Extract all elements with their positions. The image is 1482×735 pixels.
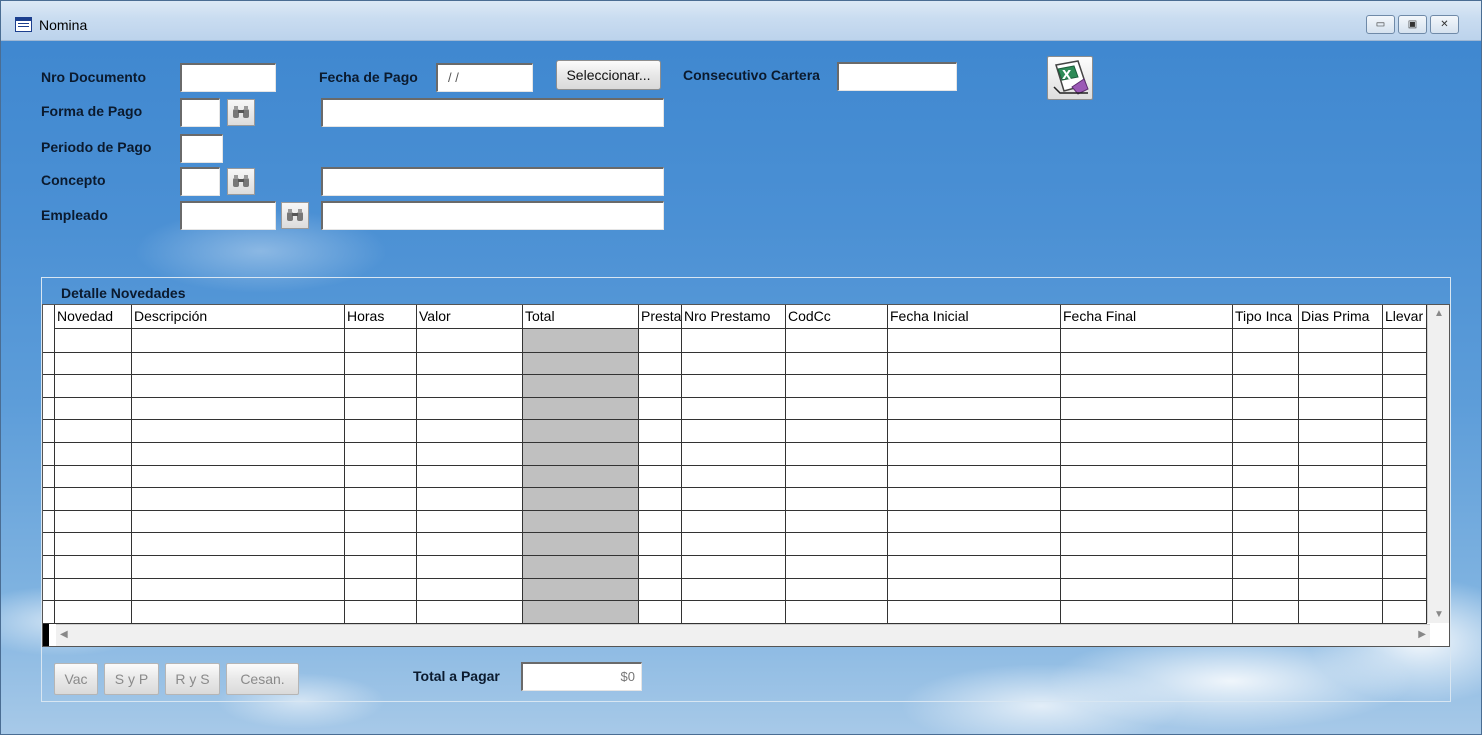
nro-documento-input[interactable] — [180, 63, 276, 92]
column-header-dias-prima[interactable]: Dias Prima — [1299, 305, 1383, 329]
binoculars-icon — [233, 175, 249, 187]
empleado-label: Empleado — [41, 207, 108, 223]
close-button[interactable]: ✕ — [1430, 15, 1459, 34]
concepto-find-button[interactable] — [227, 168, 255, 195]
syp-button[interactable]: S y P — [104, 663, 159, 695]
grid-column-line — [638, 305, 639, 623]
column-header-codcc[interactable]: CodCc — [786, 305, 888, 329]
horizontal-scrollbar[interactable]: ◀ ▶ — [56, 624, 1430, 646]
empleado-name-field[interactable] — [321, 201, 664, 230]
nomina-window: Nomina ▭ ▣ ✕ Nro Documento Fecha de Pago… — [0, 0, 1482, 735]
grid-row-line — [43, 374, 1427, 375]
grid-row-line — [43, 623, 1427, 624]
total-pagar-value: $0 — [521, 662, 642, 691]
svg-text:X: X — [1062, 68, 1072, 82]
concepto-label: Concepto — [41, 172, 106, 188]
concepto-code-input[interactable] — [180, 167, 220, 196]
forma-pago-label: Forma de Pago — [41, 103, 143, 119]
concepto-description-field[interactable] — [321, 167, 664, 196]
empleado-find-button[interactable] — [281, 202, 309, 229]
column-header-fecha-final[interactable]: Fecha Final — [1061, 305, 1233, 329]
novedades-grid[interactable]: ▲ ▼ ◀ ▶ Novedad Descripción Horas Valor Tota… — [42, 304, 1450, 647]
column-header-presta[interactable]: Presta — [639, 305, 682, 329]
column-header-descripci-n[interactable]: Descripción — [132, 305, 345, 329]
total-pagar-label: Total a Pagar — [413, 668, 500, 684]
column-header-llevar[interactable]: Llevar — [1383, 305, 1427, 329]
maximize-button[interactable]: ▣ — [1398, 15, 1427, 34]
window-controls: ▭ ▣ ✕ — [1366, 15, 1459, 34]
binoculars-icon — [233, 106, 249, 118]
grid-row-line — [43, 487, 1427, 488]
title-bar[interactable]: Nomina ▭ ▣ ✕ — [1, 1, 1481, 41]
consecutivo-cartera-input[interactable] — [837, 62, 957, 91]
grid-column-line — [1060, 305, 1061, 623]
grid-row-line — [43, 578, 1427, 579]
rys-button[interactable]: R y S — [165, 663, 220, 695]
seleccionar-button[interactable]: Seleccionar... — [556, 60, 661, 90]
excel-export-icon: X — [1053, 60, 1089, 95]
periodo-pago-label: Periodo de Pago — [41, 139, 152, 155]
excel-export-button[interactable]: X — [1047, 56, 1093, 100]
scroll-right-icon[interactable]: ▶ — [1418, 629, 1426, 640]
window-title: Nomina — [39, 17, 88, 33]
grid-column-line — [681, 305, 682, 623]
detalle-novedades-panel: Detalle Novedades ▲ ▼ ◀ ▶ Novedad Descrip… — [41, 277, 1451, 702]
grid-column-line — [1298, 305, 1299, 623]
binoculars-icon — [287, 209, 303, 221]
column-header-novedad[interactable]: Novedad — [55, 305, 132, 329]
grid-row-line — [43, 397, 1427, 398]
grid-column-line — [785, 305, 786, 623]
column-header-horas[interactable]: Horas — [345, 305, 417, 329]
grid-column-line — [344, 305, 345, 623]
grid-row-line — [43, 600, 1427, 601]
grid-row-line — [43, 442, 1427, 443]
scroll-down-icon[interactable]: ▼ — [1434, 609, 1444, 620]
consecutivo-cartera-label: Consecutivo Cartera — [683, 67, 820, 83]
table-icon — [15, 17, 32, 32]
grid-row-line — [43, 419, 1427, 420]
grid-column-line — [522, 305, 523, 623]
record-marker — [43, 624, 49, 646]
grid-row-line — [43, 465, 1427, 466]
vac-button[interactable]: Vac — [54, 663, 98, 695]
grid-column-line — [131, 305, 132, 623]
scroll-up-icon[interactable]: ▲ — [1434, 308, 1444, 319]
fecha-pago-input[interactable]: / / — [436, 63, 533, 92]
forma-pago-find-button[interactable] — [227, 99, 255, 126]
fecha-pago-label: Fecha de Pago — [319, 69, 418, 85]
grid-column-line — [1232, 305, 1233, 623]
empleado-code-input[interactable] — [180, 201, 276, 230]
scroll-left-icon[interactable]: ◀ — [60, 629, 68, 640]
forma-pago-code-input[interactable] — [180, 98, 220, 127]
column-header-tipo-inca[interactable]: Tipo Inca — [1233, 305, 1299, 329]
nro-documento-label: Nro Documento — [41, 69, 146, 85]
grid-row-line — [43, 510, 1427, 511]
column-header-valor[interactable]: Valor — [417, 305, 523, 329]
vertical-scrollbar[interactable]: ▲ ▼ — [1427, 305, 1449, 623]
grid-column-line — [416, 305, 417, 623]
column-header-nro-prestamo[interactable]: Nro Prestamo — [682, 305, 786, 329]
periodo-pago-input[interactable] — [180, 134, 223, 163]
grid-column-line — [1382, 305, 1383, 623]
forma-pago-description-field[interactable] — [321, 98, 664, 127]
grid-row-line — [43, 352, 1427, 353]
grid-row-line — [43, 555, 1427, 556]
grid-column-line — [1426, 305, 1427, 623]
cesan-button[interactable]: Cesan. — [226, 663, 299, 695]
grid-row-line — [43, 532, 1427, 533]
grid-column-line — [887, 305, 888, 623]
minimize-button[interactable]: ▭ — [1366, 15, 1395, 34]
column-header-fecha-inicial[interactable]: Fecha Inicial — [888, 305, 1061, 329]
column-header-total[interactable]: Total — [523, 305, 639, 329]
panel-title: Detalle Novedades — [61, 285, 186, 301]
